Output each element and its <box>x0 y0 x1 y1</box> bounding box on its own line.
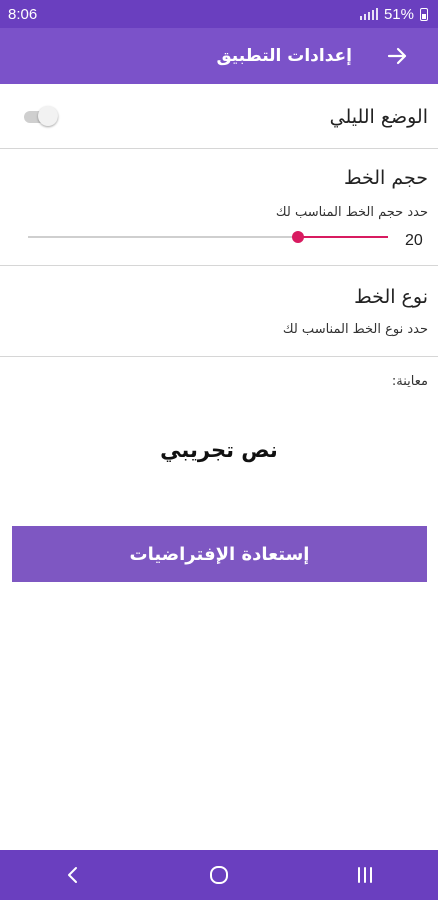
slider-fill <box>298 236 388 238</box>
night-mode-label: الوضع الليلي <box>329 106 428 128</box>
recents-icon <box>358 867 372 883</box>
app-bar: إعدادات التطبيق <box>0 28 438 84</box>
nav-back-button[interactable] <box>43 855 103 895</box>
status-time: 8:06 <box>8 5 38 23</box>
font-type-description: حدد نوع الخط المناسب لك <box>282 322 428 337</box>
status-indicators: 51% <box>359 5 428 23</box>
home-circle-icon <box>210 866 228 884</box>
slider-thumb[interactable] <box>292 231 304 243</box>
nav-home-button[interactable] <box>189 855 249 895</box>
font-type-row[interactable]: نوع الخط حدد نوع الخط المناسب لك <box>0 266 438 356</box>
divider <box>0 356 438 357</box>
page-title: إعدادات التطبيق <box>216 46 352 66</box>
preview-label: معاينة: <box>391 374 428 389</box>
battery-percent: 51% <box>383 5 414 23</box>
font-type-title: نوع الخط <box>354 286 428 308</box>
toggle-thumb <box>38 106 58 126</box>
nav-recents-button[interactable] <box>335 855 395 895</box>
signal-icon <box>359 8 378 20</box>
night-mode-row[interactable]: الوضع الليلي <box>0 84 438 148</box>
battery-icon <box>420 7 428 21</box>
restore-defaults-button[interactable]: إستعادة الإفتراضيات <box>12 526 427 582</box>
chevron-left-icon <box>68 867 77 883</box>
night-mode-toggle[interactable] <box>24 106 58 126</box>
system-nav-bar <box>0 850 438 900</box>
status-bar: 8:06 51% <box>0 0 438 28</box>
font-size-slider[interactable] <box>28 228 388 248</box>
font-size-description: حدد حجم الخط المناسب لك <box>275 205 428 220</box>
font-size-title: حجم الخط <box>343 167 428 189</box>
preview-sample-text: نص تجريبي <box>160 438 278 462</box>
font-size-value: 20 <box>405 232 423 249</box>
back-arrow-icon[interactable] <box>382 41 412 71</box>
